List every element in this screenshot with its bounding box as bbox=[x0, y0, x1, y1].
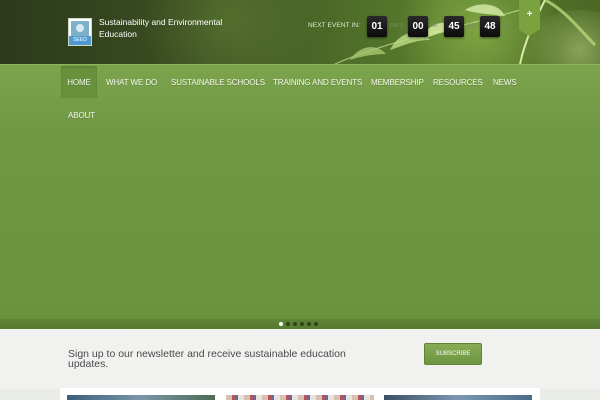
nav-item-what-we-do[interactable]: WHAT WE DO bbox=[106, 66, 157, 98]
nav-item-membership[interactable]: MEMBERSHIP bbox=[371, 66, 424, 98]
header-toggle-button[interactable]: + bbox=[519, 0, 540, 36]
slider-dot[interactable] bbox=[293, 322, 297, 326]
countdown-hours: 00 bbox=[408, 16, 428, 37]
countdown-hours-unit: HR bbox=[430, 23, 438, 29]
slider-dot[interactable] bbox=[307, 322, 311, 326]
content-card-image[interactable] bbox=[226, 395, 374, 400]
main-navigation: HOME WHAT WE DO SUSTAINABLE SCHOOLS TRAI… bbox=[0, 64, 600, 131]
content-card-image[interactable] bbox=[384, 395, 532, 400]
slider-dot[interactable] bbox=[314, 322, 318, 326]
nav-item-news[interactable]: NEWS bbox=[493, 66, 517, 98]
nav-item-home[interactable]: HOME bbox=[61, 66, 97, 98]
slider-dot[interactable] bbox=[286, 322, 290, 326]
plus-icon: + bbox=[526, 9, 533, 20]
nav-item-training-and-events[interactable]: TRAINING AND EVENTS bbox=[273, 66, 362, 98]
slider-dot[interactable] bbox=[279, 322, 283, 326]
logo-tag: SEED bbox=[69, 36, 91, 45]
content-card-image[interactable] bbox=[67, 395, 215, 400]
subscribe-button[interactable]: SUBSCRIBE bbox=[424, 343, 482, 365]
countdown-minutes: 45 bbox=[444, 16, 464, 37]
countdown-days-unit: DAYS bbox=[390, 23, 404, 29]
slider-dot[interactable] bbox=[300, 322, 304, 326]
site-logo[interactable]: SEED bbox=[68, 18, 92, 46]
nav-item-about[interactable]: ABOUT bbox=[68, 99, 95, 131]
logo-mark-icon bbox=[71, 21, 89, 36]
countdown-minutes-unit: MIN bbox=[466, 23, 476, 29]
site-header: SEED Sustainability and Environmental Ed… bbox=[0, 0, 600, 64]
newsletter-text: Sign up to our newsletter and receive su… bbox=[68, 348, 346, 370]
hero-slider[interactable] bbox=[0, 131, 600, 319]
nav-item-resources[interactable]: RESOURCES bbox=[433, 66, 483, 98]
countdown-seconds: 48 bbox=[480, 16, 500, 37]
countdown-seconds-unit: SEC bbox=[502, 23, 513, 29]
next-event-label: NEXT EVENT IN: bbox=[308, 22, 361, 29]
organization-name[interactable]: Sustainability and Environmental Educati… bbox=[99, 16, 229, 40]
countdown-days: 01 bbox=[367, 16, 387, 37]
nav-item-sustainable-schools[interactable]: SUSTAINABLE SCHOOLS bbox=[171, 66, 265, 98]
